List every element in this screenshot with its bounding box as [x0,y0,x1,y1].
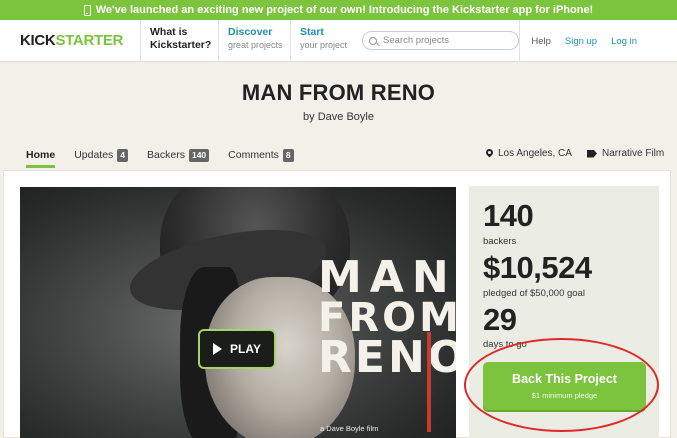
poster-title-line: RENO [318,331,456,383]
poster-credit: a Dave Boyle film [320,424,379,433]
logo-text-starter: STARTER [55,32,124,49]
tab-home[interactable]: Home [26,148,56,168]
tab-label: Home [26,149,56,161]
count-badge: 8 [282,148,294,162]
poster-title: MAN FROM RENO [318,252,456,383]
nav-label-line2: Kickstarter? [150,39,212,51]
location-label: Los Angeles, CA [498,148,572,159]
project-video[interactable]: MAN FROM RENO a Dave Boyle film [20,187,456,438]
play-icon [213,343,223,355]
count-badge: 4 [117,148,129,162]
nav-what-is-kickstarter[interactable]: What is Kickstarter? [140,20,218,62]
nav-discover-title: Discover [228,26,273,38]
nav-label-line1: What is [150,26,188,38]
nav-discover[interactable]: Discover great projects [218,20,290,62]
play-label: PLAY [230,342,261,356]
nav-start-subtitle: your project [300,40,348,50]
project-tabs: Home Updates 4 Backers 140 Comments 8 [26,148,313,168]
backers-count: 140 [483,198,534,233]
tab-label: Updates [74,149,114,161]
poster-title-line: MAN [318,252,456,303]
login-link[interactable]: Log in [611,36,637,47]
kickstarter-logo[interactable]: KICKSTARTER [20,32,123,49]
days-count: 29 [483,302,517,337]
pledged-amount: $10,524 [483,250,592,285]
nav-discover-subtitle: great projects [228,40,283,50]
back-button-label: Back This Project [512,372,617,386]
site-header: KICKSTARTER What is Kickstarter? Discove… [0,20,677,62]
map-pin-icon [486,149,493,159]
project-byline[interactable]: by Dave Boyle [0,111,677,123]
count-badge: 140 [188,148,210,162]
pledged-label: pledged of $50,000 goal [483,288,585,299]
tag-icon [587,149,597,158]
play-button[interactable]: PLAY [198,329,276,369]
project-location[interactable]: Los Angeles, CA [486,148,572,159]
project-title: MAN FROM RENO [241,80,436,105]
project-category[interactable]: Narrative Film [587,148,664,159]
header-links: Help Sign up Log in [519,20,677,62]
category-label: Narrative Film [602,148,665,159]
poster-accent-bar [427,332,431,432]
backers-label: backers [483,236,517,247]
signup-link[interactable]: Sign up [565,36,597,47]
tab-label: Comments [228,149,279,161]
search-icon [369,36,377,45]
announcement-bar[interactable]: We've launched an exciting new project o… [0,0,677,20]
help-link[interactable]: Help [531,36,551,47]
tab-label: Backers [147,149,185,161]
announcement-text[interactable]: We've launched an exciting new project o… [96,4,593,16]
tab-comments[interactable]: Comments 8 [228,148,294,162]
search-input[interactable] [383,35,513,46]
phone-icon [83,4,91,16]
nav-start-title: Start [300,26,324,38]
days-label: days to go [483,339,527,350]
tab-updates[interactable]: Updates 4 [74,148,129,162]
search-box[interactable] [362,31,519,50]
tab-backers[interactable]: Backers 140 [147,148,210,162]
back-button-sublabel: $1 minimum pledge [531,391,598,400]
nav-start[interactable]: Start your project [290,20,352,62]
back-this-project-button[interactable]: Back This Project $1 minimum pledge [483,362,646,412]
logo-text-kick: KICK [20,32,56,49]
